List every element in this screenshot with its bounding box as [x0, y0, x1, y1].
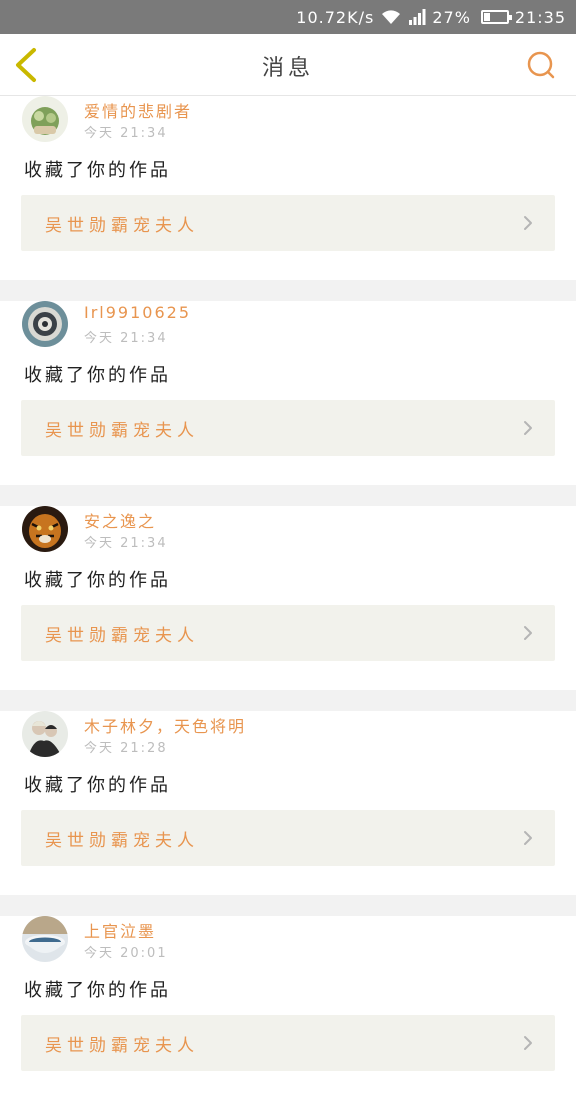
work-title: 吴世勋霸宠夫人 [45, 421, 199, 441]
message-action-text: 收藏了你的作品 [24, 570, 171, 591]
message-username[interactable]: Irl9910625 [84, 303, 191, 322]
network-speed: 10.72K/s [296, 7, 375, 27]
avatar-plant[interactable] [22, 96, 68, 142]
message-time: 今天 21:34 [84, 331, 168, 346]
work-title: 吴世勋霸宠夫人 [45, 1036, 199, 1056]
signal-icon [408, 9, 426, 25]
message-card: 上官泣墨今天 20:01 收藏了你的作品吴世勋霸宠夫人 [0, 916, 576, 1100]
chevron-right-icon [523, 1035, 533, 1051]
chevron-right-icon [523, 420, 533, 436]
battery-percent: 27% [432, 7, 471, 27]
avatar-bowl[interactable] [22, 916, 68, 962]
chevron-right-icon [523, 625, 533, 641]
message-time: 今天 20:01 [84, 946, 168, 961]
chevron-right-icon [523, 215, 533, 231]
message-username[interactable]: 木子林夕，天色将明 [84, 713, 246, 737]
search-button[interactable] [526, 50, 556, 80]
search-icon [527, 51, 555, 79]
message-action-text: 收藏了你的作品 [24, 365, 171, 386]
chevron-right-icon [523, 830, 533, 846]
message-time: 今天 21:34 [84, 536, 168, 551]
work-link[interactable]: 吴世勋霸宠夫人 [21, 605, 555, 661]
wifi-icon [380, 9, 402, 25]
avatar-swirl[interactable] [22, 301, 68, 347]
header: 消息 [0, 34, 576, 96]
message-list: 爱情的悲剧者 今天 21:34 收藏了你的作品 吴世勋霸宠夫人 Irl9910625 今天… [0, 96, 576, 1100]
message-card: 木子林夕，天色将明今天 21:28 收藏了你的作品吴世勋霸宠夫人 [0, 711, 576, 895]
message-card: 安之逸之今天 21:34 收藏了你的作品吴世勋霸宠夫人 [0, 506, 576, 690]
status-bar: 10.72K/s 27% 21:35 [0, 0, 576, 34]
divider [0, 280, 576, 301]
work-link[interactable]: 吴世勋霸宠夫人 [21, 400, 555, 456]
work-title: 吴世勋霸宠夫人 [45, 626, 199, 646]
avatar-couple[interactable] [22, 711, 68, 757]
message-action-text: 收藏了你的作品 [24, 980, 171, 1001]
message-username[interactable]: 安之逸之 [84, 508, 156, 532]
divider [0, 690, 576, 711]
message-username[interactable]: 爱情的悲剧者 [84, 98, 192, 122]
work-link[interactable]: 吴世勋霸宠夫人 [21, 195, 555, 251]
work-link[interactable]: 吴世勋霸宠夫人 [21, 810, 555, 866]
divider [0, 895, 576, 916]
work-link[interactable]: 吴世勋霸宠夫人 [21, 1015, 555, 1071]
message-username[interactable]: 上官泣墨 [84, 918, 156, 942]
page-title: 消息 [261, 56, 314, 81]
battery-fill [483, 13, 491, 21]
message-time: 今天 21:28 [84, 741, 168, 756]
avatar-tiger[interactable] [22, 506, 68, 552]
message-card: Irl9910625 今天 21:34 收藏了你的作品吴世勋霸宠夫人 [0, 301, 576, 485]
battery-icon [477, 10, 512, 24]
message-action-text: 收藏了你的作品 [24, 775, 171, 796]
clock: 21:35 [514, 7, 566, 27]
work-title: 吴世勋霸宠夫人 [45, 831, 199, 851]
message-time: 今天 21:34 [84, 126, 168, 141]
divider [0, 485, 576, 506]
work-title: 吴世勋霸宠夫人 [45, 216, 199, 236]
message-card: 爱情的悲剧者今天 21:34 收藏了你的作品吴世勋霸宠夫人 [0, 96, 576, 280]
message-action-text: 收藏了你的作品 [24, 160, 171, 181]
